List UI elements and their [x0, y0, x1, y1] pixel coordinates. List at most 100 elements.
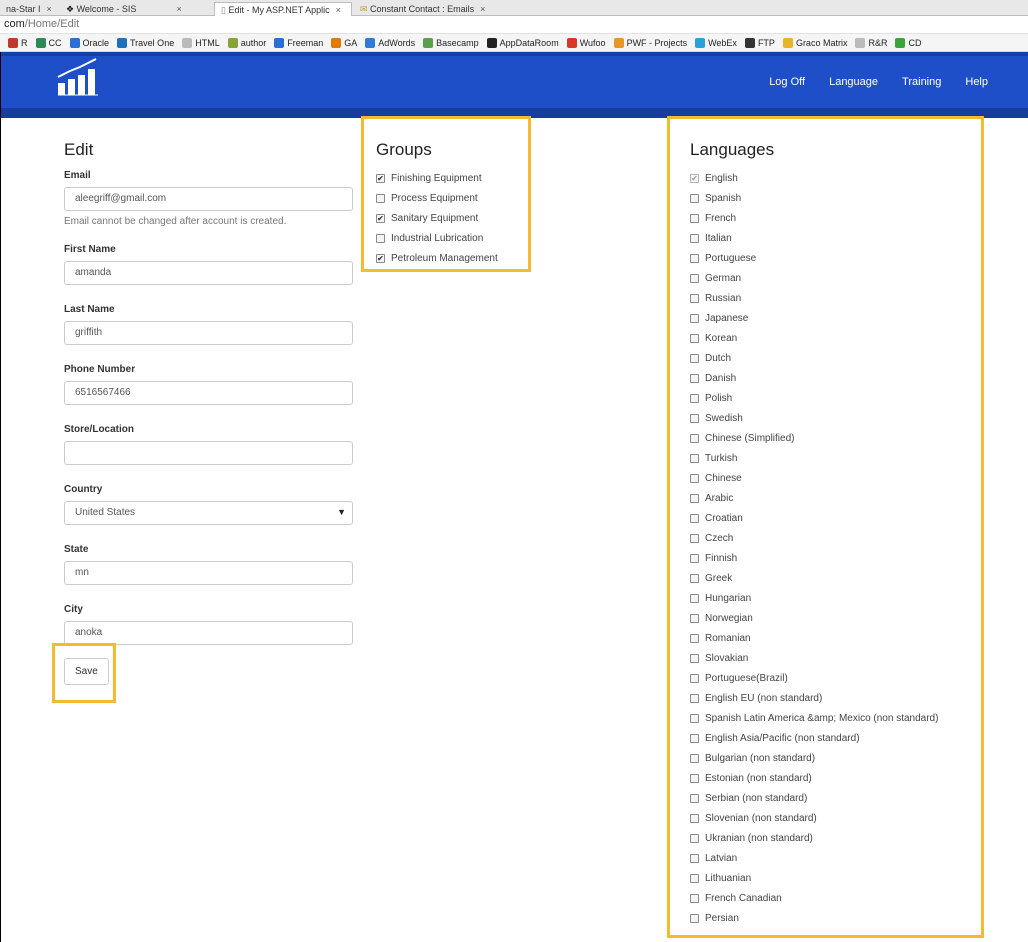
bookmark-item[interactable]: FTP — [744, 34, 775, 51]
group-item[interactable]: ✔ Petroleum Management — [376, 248, 498, 268]
close-icon[interactable]: × — [47, 4, 52, 14]
city-field[interactable]: anoka — [64, 621, 353, 645]
phone-field[interactable]: 6516567466 — [64, 381, 353, 405]
checkbox[interactable] — [690, 573, 699, 583]
close-icon[interactable]: × — [176, 4, 181, 14]
chart-logo-icon[interactable] — [56, 57, 100, 97]
language-item[interactable]: Romanian — [690, 628, 938, 648]
nav-help[interactable]: Help — [965, 76, 988, 88]
address-bar[interactable]: com/Home/Edit — [0, 16, 1028, 34]
bookmark-item[interactable]: Travel One — [117, 34, 174, 51]
language-item[interactable]: Danish — [690, 368, 938, 388]
close-icon[interactable]: × — [480, 4, 485, 14]
language-item[interactable]: Dutch — [690, 348, 938, 368]
checkbox[interactable] — [690, 293, 699, 303]
language-item[interactable]: Arabic — [690, 488, 938, 508]
close-icon[interactable]: × — [336, 5, 341, 15]
checkbox[interactable] — [690, 793, 699, 803]
checkbox[interactable] — [690, 873, 699, 883]
checkbox[interactable] — [690, 413, 699, 423]
language-item[interactable]: Russian — [690, 288, 938, 308]
language-item[interactable]: French — [690, 208, 938, 228]
language-item[interactable]: Spanish Latin America &amp; Mexico (non … — [690, 708, 938, 728]
checkbox[interactable] — [690, 233, 699, 243]
state-field[interactable]: mn — [64, 561, 353, 585]
store-location-field[interactable] — [64, 441, 353, 465]
checkbox[interactable] — [690, 493, 699, 503]
bookmark-item[interactable]: R — [8, 34, 28, 51]
bookmark-item[interactable]: Oracle — [69, 34, 109, 51]
browser-tab[interactable]: ❖ Welcome - SIS × — [60, 2, 210, 16]
checkbox[interactable] — [690, 373, 699, 383]
language-item[interactable]: Spanish — [690, 188, 938, 208]
language-item[interactable]: English EU (non standard) — [690, 688, 938, 708]
language-item[interactable]: Hungarian — [690, 588, 938, 608]
checkbox[interactable] — [690, 533, 699, 543]
checkbox-checked[interactable]: ✔ — [376, 253, 385, 263]
bookmark-item[interactable]: author — [227, 34, 266, 51]
checkbox[interactable] — [690, 673, 699, 683]
first-name-field[interactable]: amanda — [64, 261, 353, 285]
language-item[interactable]: Ukranian (non standard) — [690, 828, 938, 848]
language-item[interactable]: Bulgarian (non standard) — [690, 748, 938, 768]
bookmark-item[interactable]: Freeman — [274, 34, 323, 51]
checkbox[interactable] — [690, 393, 699, 403]
checkbox[interactable] — [690, 433, 699, 443]
checkbox[interactable] — [690, 253, 699, 263]
checkbox[interactable] — [690, 773, 699, 783]
nav-language[interactable]: Language — [829, 76, 878, 88]
language-item[interactable]: English Asia/Pacific (non standard) — [690, 728, 938, 748]
checkbox[interactable] — [690, 453, 699, 463]
language-item[interactable]: Slovakian — [690, 648, 938, 668]
checkbox-checked[interactable]: ✔ — [376, 213, 385, 223]
checkbox[interactable] — [690, 853, 699, 863]
group-item[interactable]: ✔ Sanitary Equipment — [376, 208, 498, 228]
checkbox[interactable] — [690, 473, 699, 483]
checkbox[interactable] — [690, 313, 699, 323]
bookmark-item[interactable]: Basecamp — [423, 34, 479, 51]
bookmark-item[interactable]: CC — [35, 34, 62, 51]
bookmark-item[interactable]: AppDataRoom — [486, 34, 559, 51]
checkbox[interactable] — [690, 733, 699, 743]
language-item[interactable]: Czech — [690, 528, 938, 548]
language-item[interactable]: Chinese — [690, 468, 938, 488]
nav-training[interactable]: Training — [902, 76, 941, 88]
checkbox[interactable] — [376, 233, 385, 243]
checkbox[interactable] — [690, 753, 699, 763]
language-item[interactable]: Chinese (Simplified) — [690, 428, 938, 448]
language-item[interactable]: German — [690, 268, 938, 288]
browser-tab-active[interactable]: ▯ Edit - My ASP.NET Applic × — [214, 2, 352, 16]
language-item[interactable]: Slovenian (non standard) — [690, 808, 938, 828]
checkbox[interactable] — [690, 633, 699, 643]
language-item[interactable]: Latvian — [690, 848, 938, 868]
language-item[interactable]: Korean — [690, 328, 938, 348]
checkbox[interactable] — [690, 353, 699, 363]
language-item[interactable]: Swedish — [690, 408, 938, 428]
country-select[interactable]: United States ▼ — [64, 501, 354, 525]
language-item[interactable]: Portuguese(Brazil) — [690, 668, 938, 688]
language-item[interactable]: Persian — [690, 908, 938, 928]
url-text[interactable]: com/Home/Edit — [4, 18, 79, 30]
checkbox[interactable] — [376, 193, 385, 203]
bookmark-item[interactable]: Wufoo — [566, 34, 606, 51]
bookmark-item[interactable]: GA — [331, 34, 357, 51]
nav-log-off[interactable]: Log Off — [769, 76, 805, 88]
last-name-field[interactable]: griffith — [64, 321, 353, 345]
checkbox[interactable] — [690, 653, 699, 663]
bookmark-item[interactable]: Graco Matrix — [782, 34, 847, 51]
language-item[interactable]: Estonian (non standard) — [690, 768, 938, 788]
language-item[interactable]: Lithuanian — [690, 868, 938, 888]
language-item[interactable]: French Canadian — [690, 888, 938, 908]
checkbox[interactable] — [690, 273, 699, 283]
bookmark-item[interactable]: PWF - Projects — [613, 34, 687, 51]
bookmark-item[interactable]: WebEx — [695, 34, 737, 51]
browser-tab[interactable]: na-Star I × — [0, 2, 58, 16]
checkbox[interactable] — [690, 693, 699, 703]
checkbox[interactable] — [690, 713, 699, 723]
group-item[interactable]: Industrial Lubrication — [376, 228, 498, 248]
checkbox[interactable] — [690, 593, 699, 603]
bookmark-item[interactable]: CD — [895, 34, 921, 51]
email-field[interactable]: aleegriff@gmail.com — [64, 187, 353, 211]
checkbox[interactable] — [690, 813, 699, 823]
checkbox-checked[interactable]: ✔ — [376, 173, 385, 183]
